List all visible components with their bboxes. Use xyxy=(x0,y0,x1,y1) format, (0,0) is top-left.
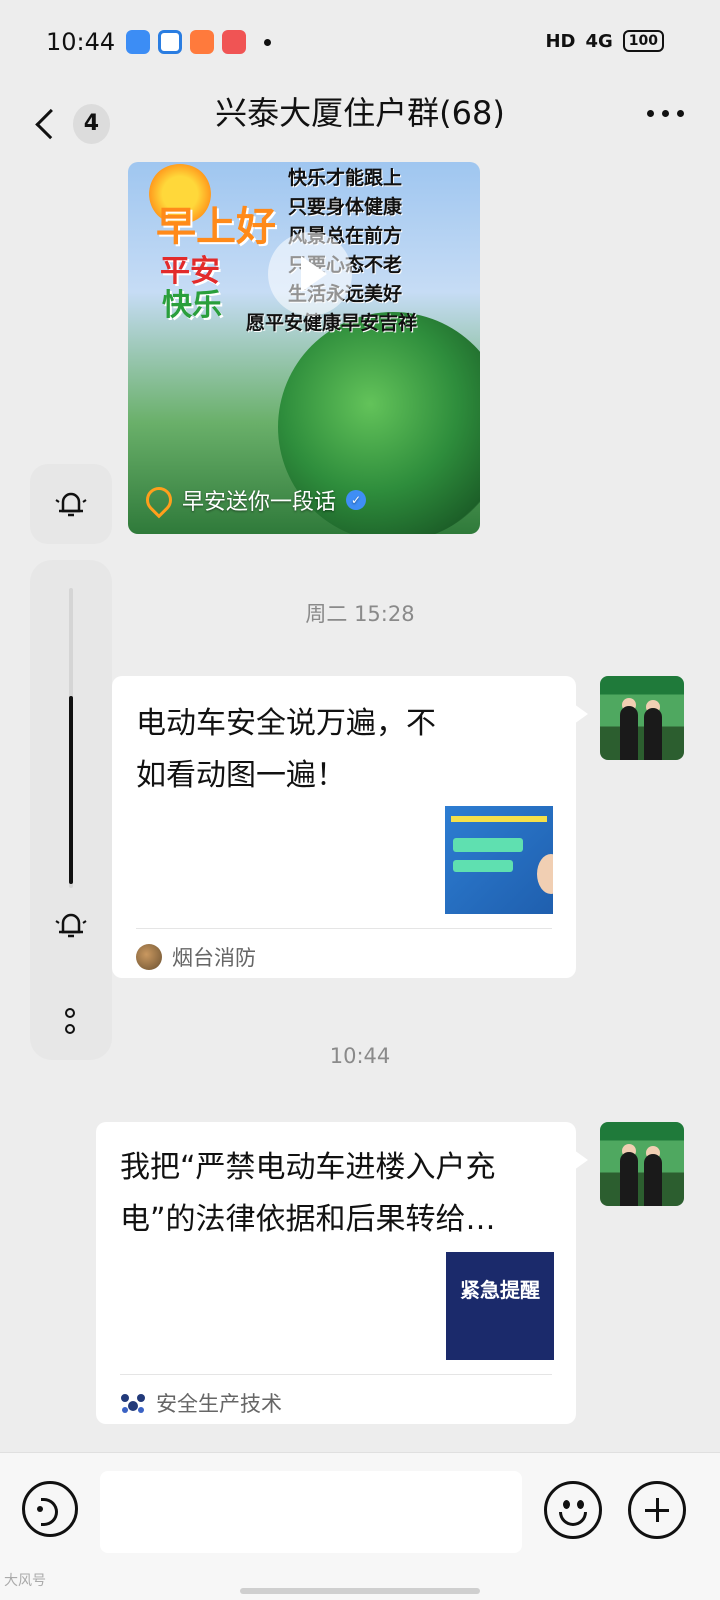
source-logo-icon xyxy=(121,1394,145,1413)
thumbnail-graphic xyxy=(453,860,513,872)
more-notifications-dot xyxy=(264,38,271,46)
link-source: 安全生产技术 xyxy=(120,1388,282,1418)
more-dot-icon xyxy=(677,110,684,117)
unread-count-badge: 4 xyxy=(72,104,110,144)
dot-icon xyxy=(65,1024,75,1034)
side-scroll-panel xyxy=(30,560,112,1060)
thumbnail-graphic xyxy=(537,854,553,894)
source-name: 烟台消防 xyxy=(172,946,256,970)
avatar-graphic xyxy=(620,1152,638,1206)
watermark: 大风号 xyxy=(4,1573,46,1589)
sender-avatar[interactable] xyxy=(600,1122,684,1206)
play-icon[interactable] xyxy=(268,232,352,316)
video-overlay-subtitle: 快乐 xyxy=(162,288,222,323)
scroll-track[interactable] xyxy=(69,588,73,888)
avatar-graphic xyxy=(620,706,638,760)
thumbnail-graphic xyxy=(451,816,547,822)
app-notification-icon xyxy=(190,30,214,54)
more-options-button[interactable] xyxy=(647,110,684,117)
video-caption: 早安送你一段话 xyxy=(182,490,337,515)
message-input-bar xyxy=(0,1452,720,1600)
chevron-left-icon xyxy=(35,108,66,140)
video-message[interactable]: 早上好 平安 快乐 快乐才能跟上 只要身体健康 风景总在前方 只要心态不老 生活… xyxy=(128,162,480,534)
divider xyxy=(136,928,552,929)
channel-logo-icon xyxy=(140,481,178,519)
avatar-graphic xyxy=(644,1154,662,1206)
link-source: 烟台消防 xyxy=(136,942,256,972)
video-overlay-title: 早上好 xyxy=(156,204,276,250)
overlay-line: 愿平安健康早安吉祥 xyxy=(246,312,418,334)
app-notification-icon xyxy=(158,30,182,54)
add-attachment-button[interactable] xyxy=(628,1481,686,1539)
link-title: 我把“严禁电动车进楼入户充电”的法律依据和后果转给… xyxy=(120,1150,496,1237)
dot-icon xyxy=(65,1008,75,1018)
link-message[interactable]: 电动车安全说万遍，不如看动图一遍！ 烟台消防 xyxy=(112,676,588,978)
side-more-button[interactable] xyxy=(65,1008,75,1034)
status-bar: 10:44 HD 4G 100 xyxy=(0,0,720,88)
overlay-line: 只要身体健康 xyxy=(288,196,403,218)
message-timestamp: 周二 15:28 xyxy=(305,602,415,626)
voice-input-button[interactable] xyxy=(22,1481,78,1537)
app-notification-icon xyxy=(126,30,150,54)
network-label: HD xyxy=(545,30,576,52)
battery-icon: 100 xyxy=(622,30,664,52)
verified-icon: ✓ xyxy=(346,490,367,510)
emoji-icon xyxy=(577,1500,584,1509)
source-avatar-icon xyxy=(136,944,162,970)
back-button[interactable]: 4 xyxy=(30,94,110,154)
emoji-icon xyxy=(559,1512,587,1526)
video-caption-row: 早安送你一段话 ✓ xyxy=(140,481,367,519)
scroll-thumb[interactable] xyxy=(69,696,73,884)
divider xyxy=(120,1374,552,1375)
emoji-button[interactable] xyxy=(544,1481,602,1539)
thumbnail-graphic xyxy=(453,838,523,852)
signal-label: 4G xyxy=(585,30,613,52)
link-thumbnail: 紧急提醒 xyxy=(446,1252,554,1360)
more-dot-icon xyxy=(662,110,669,117)
sender-avatar[interactable] xyxy=(600,676,684,760)
message-timestamp: 10:44 xyxy=(329,1044,391,1068)
home-indicator[interactable] xyxy=(240,1588,480,1594)
link-title: 电动车安全说万遍，不如看动图一遍！ xyxy=(136,706,436,793)
status-indicators: HD 4G 100 xyxy=(545,30,664,52)
status-app-icons xyxy=(126,30,271,54)
overlay-line: 快乐才能跟上 xyxy=(288,167,403,189)
link-thumbnail xyxy=(445,806,553,914)
more-dot-icon xyxy=(647,110,654,117)
bell-icon xyxy=(55,492,87,517)
emoji-icon xyxy=(563,1500,570,1509)
notification-bell-button[interactable] xyxy=(30,464,112,544)
thumbnail-text: 紧急提醒 xyxy=(460,1278,540,1302)
source-name: 安全生产技术 xyxy=(156,1392,282,1416)
avatar-graphic xyxy=(644,708,662,760)
bell-icon[interactable] xyxy=(51,905,91,945)
music-app-icon xyxy=(222,30,246,54)
status-time: 10:44 xyxy=(46,28,116,56)
message-input[interactable] xyxy=(100,1471,522,1553)
link-message[interactable]: 我把“严禁电动车进楼入户充电”的法律依据和后果转给… 紧急提醒 安全生产技术 xyxy=(96,1122,588,1424)
chat-header: 兴泰大厦住户群(68) 4 xyxy=(0,88,720,162)
